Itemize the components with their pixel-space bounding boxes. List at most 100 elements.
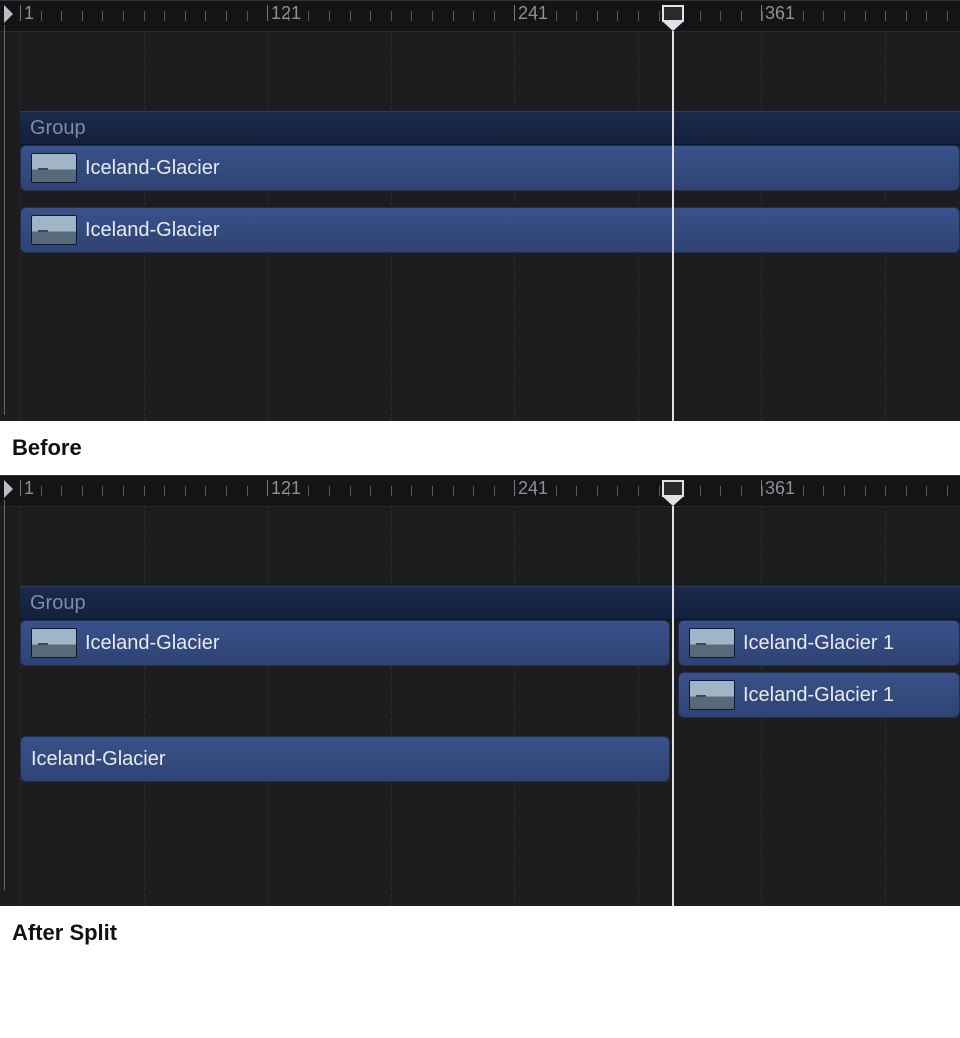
timeline-clip[interactable]: Iceland-Glacier xyxy=(20,736,670,782)
timeline-panel-after[interactable]: 1121241361 Group Iceland-GlacierIceland-… xyxy=(0,475,960,906)
timeline-panel-before[interactable]: 1121241361 Group Iceland-GlacierIceland-… xyxy=(0,0,960,421)
ruler-tick xyxy=(679,11,680,21)
ruler-tick xyxy=(453,486,454,496)
ruler-tick xyxy=(82,11,83,21)
ruler-tick xyxy=(494,486,495,496)
ruler-tick xyxy=(947,11,948,21)
ruler-tick xyxy=(226,486,227,496)
ruler-tick xyxy=(411,486,412,496)
ruler-tick xyxy=(823,11,824,21)
ruler-tick xyxy=(453,11,454,21)
ruler-tick xyxy=(576,486,577,496)
ruler-tick xyxy=(61,11,62,21)
ruler-major-tick xyxy=(20,5,21,21)
ruler-tick xyxy=(205,486,206,496)
group-label: Group xyxy=(30,117,86,140)
clip-thumbnail-icon xyxy=(31,153,77,183)
ruler-tick xyxy=(659,11,660,21)
ruler-tick xyxy=(865,11,866,21)
ruler-tick xyxy=(61,486,62,496)
ruler-tick xyxy=(41,486,42,496)
ruler-tick xyxy=(576,11,577,21)
ruler-tick-label: 1 xyxy=(24,3,34,24)
gridline xyxy=(638,506,639,906)
ruler-tick xyxy=(926,11,927,21)
group-header[interactable]: Group xyxy=(20,586,960,620)
timeline-ruler[interactable]: 1121241361 xyxy=(0,1,960,32)
ruler-major-tick xyxy=(267,480,268,496)
ruler-tick xyxy=(205,11,206,21)
ruler-tick xyxy=(473,486,474,496)
ruler-tick xyxy=(329,486,330,496)
ruler-tick xyxy=(947,486,948,496)
ruler-tick xyxy=(803,486,804,496)
ruler-tick xyxy=(741,486,742,496)
ruler-tick-label: 241 xyxy=(518,3,548,24)
ruler-tick xyxy=(411,11,412,21)
ruler-tick xyxy=(885,11,886,21)
timeline-clip[interactable]: Iceland-Glacier xyxy=(20,620,670,666)
ruler-tick xyxy=(700,486,701,496)
timeline-clip[interactable]: Iceland-Glacier 1 xyxy=(678,620,960,666)
timeline-clip[interactable]: Iceland-Glacier 1 xyxy=(678,672,960,718)
ruler-tick xyxy=(308,486,309,496)
timeline-ruler[interactable]: 1121241361 xyxy=(0,476,960,507)
ruler-tick xyxy=(247,11,248,21)
ruler-tick xyxy=(803,11,804,21)
start-marker-icon[interactable] xyxy=(4,5,13,23)
clip-label: Iceland-Glacier 1 xyxy=(743,632,894,655)
ruler-tick xyxy=(102,486,103,496)
gridline xyxy=(144,506,145,906)
ruler-tick xyxy=(617,11,618,21)
ruler-tick xyxy=(432,11,433,21)
ruler-tick xyxy=(926,486,927,496)
clip-label: Iceland-Glacier xyxy=(31,748,166,771)
ruler-tick xyxy=(144,486,145,496)
ruler-tick xyxy=(638,11,639,21)
gridline xyxy=(20,506,21,906)
ruler-tick xyxy=(597,486,598,496)
ruler-tick xyxy=(906,11,907,21)
ruler-major-tick xyxy=(761,480,762,496)
clip-thumbnail-icon xyxy=(31,215,77,245)
gridline xyxy=(267,506,268,906)
group-header[interactable]: Group xyxy=(20,111,960,145)
clip-thumbnail-icon xyxy=(689,628,735,658)
ruler-tick xyxy=(144,11,145,21)
ruler-tick xyxy=(556,11,557,21)
clip-thumbnail-icon xyxy=(31,628,77,658)
ruler-tick xyxy=(638,486,639,496)
ruler-major-tick xyxy=(514,480,515,496)
ruler-tick xyxy=(617,486,618,496)
ruler-tick xyxy=(473,11,474,21)
caption-after: After Split xyxy=(12,920,960,946)
ruler-major-tick xyxy=(761,5,762,21)
start-marker-icon[interactable] xyxy=(4,480,13,498)
ruler-major-tick xyxy=(267,5,268,21)
ruler-tick xyxy=(370,11,371,21)
ruler-tick xyxy=(391,486,392,496)
ruler-tick xyxy=(247,486,248,496)
ruler-tick xyxy=(844,11,845,21)
clip-label: Iceland-Glacier xyxy=(85,219,220,242)
ruler-tick xyxy=(844,486,845,496)
ruler-tick-label: 361 xyxy=(765,478,795,499)
ruler-tick xyxy=(720,11,721,21)
ruler-tick xyxy=(185,11,186,21)
ruler-tick xyxy=(329,11,330,21)
ruler-tick-label: 1 xyxy=(24,478,34,499)
ruler-tick xyxy=(906,486,907,496)
ruler-tick xyxy=(659,486,660,496)
ruler-tick xyxy=(82,486,83,496)
ruler-tick xyxy=(185,486,186,496)
clip-label: Iceland-Glacier xyxy=(85,632,220,655)
ruler-major-tick xyxy=(514,5,515,21)
timeline-clip[interactable]: Iceland-Glacier xyxy=(20,207,960,253)
ruler-tick xyxy=(102,11,103,21)
timeline-clip[interactable]: Iceland-Glacier xyxy=(20,145,960,191)
ruler-tick-label: 361 xyxy=(765,3,795,24)
ruler-tick xyxy=(391,11,392,21)
ruler-tick xyxy=(226,11,227,21)
ruler-tick xyxy=(700,11,701,21)
ruler-tick xyxy=(164,486,165,496)
